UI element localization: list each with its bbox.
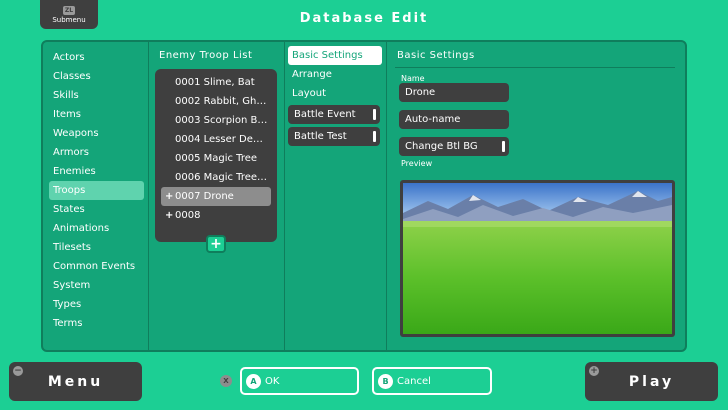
category-item-animations[interactable]: Animations: [49, 219, 144, 238]
tab-layout[interactable]: Layout: [288, 84, 382, 103]
tab-basic-settings[interactable]: Basic Settings: [288, 46, 382, 65]
settings-divider: [395, 67, 675, 68]
troop-list-item-label: 0002 Rabbit, Gh…: [175, 96, 267, 107]
category-item-weapons[interactable]: Weapons: [49, 124, 144, 143]
troop-list-item-label: 0007 Drone: [175, 191, 234, 202]
category-item-enemies[interactable]: Enemies: [49, 162, 144, 181]
preview-label: Preview: [401, 159, 433, 168]
troop-list-item[interactable]: 0006 Magic Tree…: [161, 168, 271, 187]
grassland-preview-image: [403, 183, 672, 334]
troop-list-item-label: 0008: [175, 210, 201, 221]
name-field[interactable]: Drone: [399, 83, 509, 102]
troop-list-item-label: 0003 Scorpion B…: [175, 115, 268, 126]
column-divider: [386, 42, 387, 350]
a-button-icon: A: [246, 373, 261, 389]
category-item-classes[interactable]: Classes: [49, 67, 144, 86]
troop-list: 0001 Slime, Bat 0002 Rabbit, Gh… 0003 Scor…: [155, 69, 277, 242]
expand-plus-icon: +: [165, 210, 174, 221]
cancel-button[interactable]: B Cancel: [372, 367, 492, 395]
category-item-troops[interactable]: Troops: [49, 181, 144, 200]
page-title: Database Edit: [299, 11, 429, 26]
category-item-tilesets[interactable]: Tilesets: [49, 238, 144, 257]
play-button[interactable]: + Play: [585, 362, 718, 401]
troop-list-item[interactable]: 0004 Lesser De…: [161, 130, 271, 149]
troop-list-item[interactable]: +0008: [161, 206, 271, 225]
troop-list-item-label: 0005 Magic Tree: [175, 153, 258, 164]
troop-list-item[interactable]: 0003 Scorpion B…: [161, 111, 271, 130]
troop-list-item-label: 0001 Slime, Bat: [175, 77, 255, 88]
name-value: Drone: [405, 87, 436, 98]
change-battle-bg-button[interactable]: Change Btl BG: [399, 137, 509, 156]
battle-event-button[interactable]: Battle Event: [288, 105, 380, 124]
category-item-states[interactable]: States: [49, 200, 144, 219]
column-divider: [284, 42, 285, 350]
category-item-skills[interactable]: Skills: [49, 86, 144, 105]
troop-list-item[interactable]: +0007 Drone: [161, 187, 271, 206]
category-item-actors[interactable]: Actors: [49, 48, 144, 67]
expand-plus-icon: +: [165, 191, 174, 202]
cancel-label: Cancel: [397, 375, 431, 387]
minus-icon: −: [13, 366, 23, 376]
scroll-indicator-icon: [502, 141, 505, 152]
tab-arrange[interactable]: Arrange: [288, 65, 382, 84]
category-item-types[interactable]: Types: [49, 295, 144, 314]
name-label: Name: [401, 74, 425, 83]
play-label: Play: [628, 373, 675, 390]
category-item-terms[interactable]: Terms: [49, 314, 144, 333]
settings-area: Basic Settings Name Drone Auto-name Chan…: [395, 50, 683, 168]
x-key-icon: X: [220, 375, 232, 387]
b-button-icon: B: [378, 373, 393, 389]
category-item-armors[interactable]: Armors: [49, 143, 144, 162]
troop-list-header: Enemy Troop List: [159, 50, 253, 61]
category-item-items[interactable]: Items: [49, 105, 144, 124]
scroll-indicator-icon: [373, 131, 376, 142]
add-troop-button[interactable]: +: [206, 235, 226, 253]
column-divider: [148, 42, 149, 350]
troop-list-item-label: 0006 Magic Tree…: [175, 172, 268, 183]
category-item-common-events[interactable]: Common Events: [49, 257, 144, 276]
auto-name-button[interactable]: Auto-name: [399, 110, 509, 129]
troop-list-item[interactable]: 0002 Rabbit, Gh…: [161, 92, 271, 111]
battle-event-label: Battle Event: [294, 109, 356, 120]
ok-label: OK: [265, 375, 280, 387]
troop-list-item[interactable]: 0001 Slime, Bat: [161, 73, 271, 92]
ok-button[interactable]: A OK: [240, 367, 359, 395]
menu-button[interactable]: − Menu: [9, 362, 142, 401]
scroll-indicator-icon: [373, 109, 376, 120]
auto-name-label: Auto-name: [405, 114, 461, 125]
battle-background-preview: [400, 180, 675, 337]
settings-title: Basic Settings: [397, 50, 475, 61]
menu-label: Menu: [47, 373, 104, 390]
change-battle-bg-label: Change Btl BG: [405, 141, 478, 152]
category-list: Actors Classes Skills Items Weapons Armors Ene…: [49, 48, 144, 333]
battle-test-label: Battle Test: [294, 131, 347, 142]
battle-test-button[interactable]: Battle Test: [288, 127, 380, 146]
database-panel: Actors Classes Skills Items Weapons Armors Ene…: [41, 40, 687, 352]
category-item-system[interactable]: System: [49, 276, 144, 295]
tab-column: Basic Settings Arrange Layout Battle Eve…: [288, 46, 382, 146]
plus-icon: +: [589, 366, 599, 376]
troop-list-item[interactable]: 0005 Magic Tree: [161, 149, 271, 168]
troop-list-item-label: 0004 Lesser De…: [175, 134, 263, 145]
